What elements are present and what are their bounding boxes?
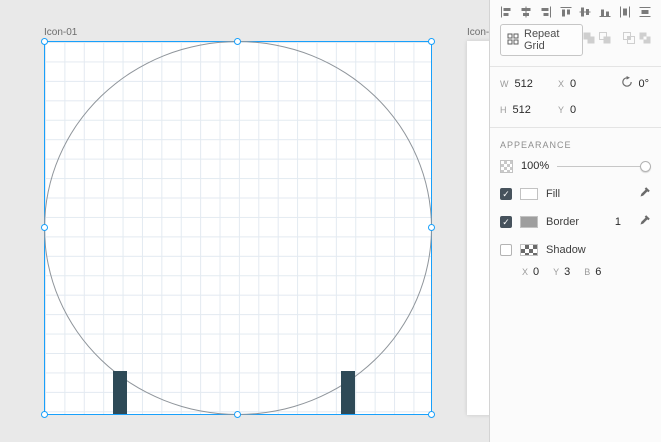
fill-row: Fill <box>490 180 661 208</box>
selection-handle-nw[interactable] <box>41 38 48 45</box>
selection-handle-n[interactable] <box>234 38 241 45</box>
selection-handle-s[interactable] <box>234 411 241 418</box>
artboard-icon-02[interactable] <box>467 41 489 415</box>
ellipse-shape[interactable] <box>44 41 432 415</box>
width-value[interactable]: 512 <box>515 78 533 90</box>
design-tool-window: Icon-01 Icon-0 <box>0 0 661 442</box>
rotation-icon <box>621 75 633 93</box>
border-width-value[interactable]: 1 <box>615 216 621 228</box>
divider <box>490 66 661 67</box>
shadow-x-value[interactable]: 0 <box>533 266 539 278</box>
slider-knob[interactable] <box>640 161 651 172</box>
slider-track <box>557 166 651 167</box>
rect-shape-right[interactable] <box>341 371 355 414</box>
rotation-value[interactable]: 0° <box>638 78 649 90</box>
shadow-x-field[interactable]: X 0 <box>522 266 539 278</box>
width-label: W <box>500 79 509 89</box>
shadow-blur-value[interactable]: 6 <box>595 266 601 278</box>
selection-handle-w[interactable] <box>41 224 48 231</box>
border-color-swatch[interactable] <box>520 216 538 228</box>
fill-checkbox[interactable] <box>500 188 512 200</box>
y-label: Y <box>558 105 565 115</box>
canvas[interactable]: Icon-01 Icon-0 <box>0 0 489 442</box>
transform-row-1: W 512 X 0 0° <box>490 71 661 97</box>
selection-handle-se[interactable] <box>428 411 435 418</box>
transform-row-2: H 512 Y 0 <box>490 97 661 123</box>
fill-label: Fill <box>546 188 561 200</box>
shadow-params-row: X 0 Y 3 B 6 <box>490 264 661 286</box>
artboard-title[interactable]: Icon-01 <box>44 27 77 38</box>
shadow-label: Shadow <box>546 244 586 256</box>
shadow-checkbox[interactable] <box>500 244 512 256</box>
selection-handle-e[interactable] <box>428 224 435 231</box>
boolean-exclude-icon[interactable] <box>639 31 651 49</box>
y-value[interactable]: 0 <box>570 104 576 116</box>
opacity-row: 100% <box>490 152 661 180</box>
height-field[interactable]: H 512 <box>500 104 558 116</box>
align-left-icon[interactable] <box>500 6 512 18</box>
artboard-icon-01[interactable] <box>41 38 435 418</box>
border-eyedropper-icon[interactable] <box>639 213 651 231</box>
y-field[interactable]: Y 0 <box>558 104 604 116</box>
align-right-icon[interactable] <box>540 6 552 18</box>
shadow-y-value[interactable]: 3 <box>564 266 570 278</box>
boolean-add-icon[interactable] <box>583 31 595 49</box>
selection-handle-sw[interactable] <box>41 411 48 418</box>
width-field[interactable]: W 512 <box>500 78 558 90</box>
property-inspector: Repeat Grid W 512 X 0 0° H 512 Y 0 APPEA… <box>489 0 661 442</box>
appearance-header: APPEARANCE <box>500 140 572 150</box>
x-label: X <box>558 79 565 89</box>
divider <box>490 127 661 128</box>
x-field[interactable]: X 0 <box>558 78 604 90</box>
boolean-ops-group <box>583 31 651 49</box>
align-top-icon[interactable] <box>560 6 572 18</box>
shadow-row: Shadow <box>490 236 661 264</box>
fill-eyedropper-icon[interactable] <box>639 185 651 203</box>
repeat-grid-button[interactable]: Repeat Grid <box>500 24 583 56</box>
fill-color-swatch[interactable] <box>520 188 538 200</box>
shadow-y-label: Y <box>553 267 560 277</box>
repeat-grid-icon <box>507 33 519 48</box>
align-bottom-icon[interactable] <box>599 6 611 18</box>
repeat-grid-row: Repeat Grid <box>490 21 661 62</box>
distribute-horizontal-icon[interactable] <box>619 6 631 18</box>
distribute-vertical-icon[interactable] <box>639 6 651 18</box>
rotation-field[interactable]: 0° <box>621 75 651 93</box>
shadow-blur-field[interactable]: B 6 <box>584 266 601 278</box>
shadow-x-label: X <box>522 267 529 277</box>
opacity-checkerboard-icon <box>500 159 513 173</box>
height-value[interactable]: 512 <box>513 104 531 116</box>
opacity-value[interactable]: 100% <box>521 160 549 172</box>
shadow-y-field[interactable]: Y 3 <box>553 266 570 278</box>
align-center-horizontal-icon[interactable] <box>520 6 532 18</box>
border-checkbox[interactable] <box>500 216 512 228</box>
artboard-title-2[interactable]: Icon-0 <box>467 27 489 38</box>
opacity-slider[interactable] <box>557 160 651 172</box>
rect-shape-left[interactable] <box>113 371 127 414</box>
selection-handle-ne[interactable] <box>428 38 435 45</box>
shadow-color-swatch[interactable] <box>520 244 538 256</box>
shadow-blur-label: B <box>584 267 591 277</box>
align-middle-vertical-icon[interactable] <box>579 6 591 18</box>
height-label: H <box>500 105 507 115</box>
border-row: Border 1 <box>490 208 661 236</box>
alignment-toolbar <box>490 0 661 21</box>
boolean-subtract-icon[interactable] <box>599 31 611 49</box>
repeat-grid-label: Repeat Grid <box>524 28 560 52</box>
boolean-intersect-icon[interactable] <box>623 31 635 49</box>
border-label: Border <box>546 216 580 228</box>
x-value[interactable]: 0 <box>570 78 576 90</box>
